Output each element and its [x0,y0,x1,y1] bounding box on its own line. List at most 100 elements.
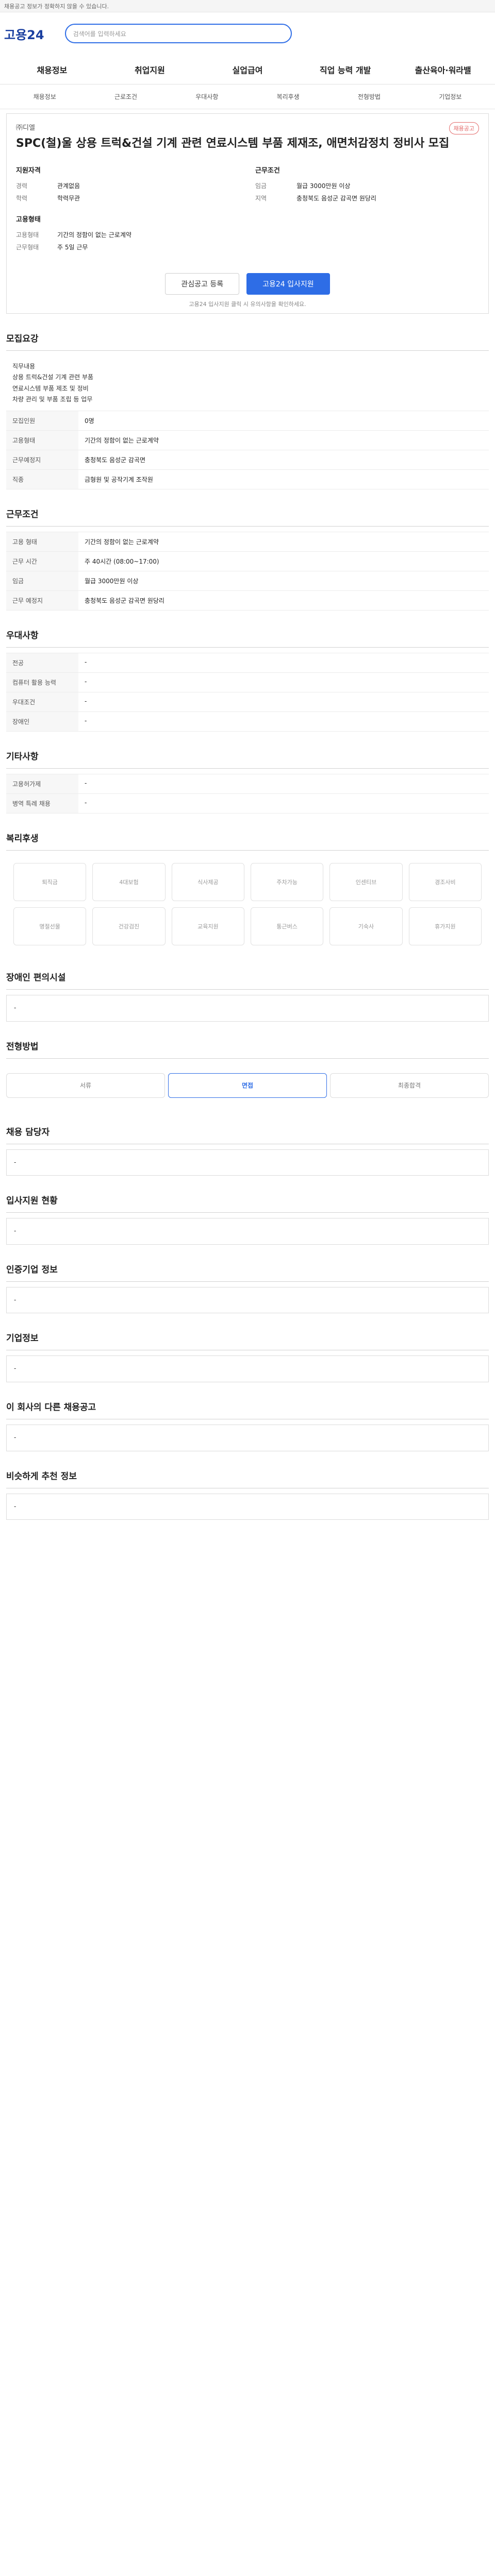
contact-title: 채용 담당자 [6,1125,489,1144]
summary-extra-head: 고용형태 [16,215,41,224]
row-value: - [78,692,489,713]
section-tabs: 채용정보 근로조건 우대사항 복리후생 전형방법 기업정보 [0,84,495,109]
nav-item-3[interactable]: 실업급여 [199,63,296,76]
summary-left-head: 지원자격 [16,166,41,175]
welfare-item: 건강검진 [92,907,166,946]
row-value: 충청북도 음성군 감곡면 원당리 [78,590,489,611]
kv-key: 경력 [16,182,28,190]
table-row: 근무 예정지 충청북도 음성군 감곡면 원당리 [6,590,489,611]
tab-1[interactable]: 채용정보 [4,92,85,101]
nav-item-2[interactable]: 취업지원 [101,63,199,76]
apply-note: 고용24 입사지원 클릭 시 유의사항을 확인하세요. [189,300,306,308]
company-name[interactable]: ㈜디엘 [16,122,479,132]
row-label: 근무 시간 [6,551,78,572]
kv-key: 고용형태 [16,231,39,239]
row-value: 기간의 정함이 없는 근로계약 [78,430,489,451]
save-button[interactable]: 관심공고 등록 [165,273,240,295]
row-value: 기간의 정함이 없는 근로계약 [78,532,489,552]
job-card: 채용공고 ㈜디엘 SPC(철)울 상용 트럭&건설 기계 관련 연료시스템 부품… [6,113,489,314]
row-label: 근무예정지 [6,450,78,470]
recruit-desc-line-3: 연료시스템 부품 제조 및 정비 [12,384,89,392]
condition-section: 근무조건 고용 형태 기간의 정함이 없는 근로계약 근무 시간 주 40시간 (0… [6,507,489,611]
tab-4[interactable]: 복리후생 [248,92,328,101]
row-label: 고용허가제 [6,774,78,794]
summary-right-row-1: 임금 월급 3000만원 이상 [255,180,479,192]
row-value: 충청북도 음성군 감곡면 [78,450,489,470]
row-label: 병역 특례 채용 [6,793,78,814]
content-wrap: 채용공고 ㈜디엘 SPC(철)울 상용 트럭&건설 기계 관련 연료시스템 부품… [0,113,495,1777]
row-label: 컴퓨터 활용 능력 [6,672,78,693]
nav-item-1[interactable]: 채용정보 [3,63,101,76]
job-title: SPC(철)울 상용 트럭&건설 기계 관련 연료시스템 부품 제재조, 애면처… [16,137,450,150]
disabled-title: 장애인 편의시설 [6,970,489,990]
row-label: 장애인 [6,711,78,732]
welfare-item: 교육지원 [171,907,244,946]
row-value: - [78,711,489,732]
disabled-box: - [6,995,489,1022]
job-title-box: 채용공고 ㈜디엘 SPC(철)울 상용 트럭&건설 기계 관련 연료시스템 부품… [7,114,488,160]
tab-6[interactable]: 기업정보 [410,92,491,101]
row-value: 0명 [78,411,489,431]
search-placeholder: 검색어를 입력하세요 [73,30,126,38]
summary-right: 근무조건 임금 월급 3000만원 이상 지역 충청북도 음성군 감곡면 원당리 [255,165,479,253]
apply-box: - [6,1218,489,1245]
row-label: 우대조건 [6,692,78,713]
kv-value: 기간의 정함이 없는 근로계약 [57,231,131,239]
process-step: 최종합격 [330,1073,489,1098]
apply-button[interactable]: 고용24 입사지원 [246,273,330,295]
action-buttons: 관심공고 등록 고용24 입사지원 [7,264,488,300]
row-label: 고용 형태 [6,532,78,552]
summary-extra-row-1: 고용형태 기간의 정함이 없는 근로계약 [16,229,240,241]
table-row: 고용허가제 - [6,774,489,794]
row-value: - [78,793,489,814]
row-label: 모집인원 [6,411,78,431]
table-row: 모집인원 0명 [6,411,489,431]
info-section: 인증기업 정보 - [6,1262,489,1314]
main-nav: 채용정보 취업지원 실업급여 직업 능력 개발 출산육아·워라밸 [0,55,495,84]
summary-right-row-2: 지역 충청북도 음성군 감곡면 원당리 [255,192,479,205]
welfare-title: 복리후생 [6,831,489,851]
row-value: 월급 3000만원 이상 [78,571,489,591]
other-section: 기타사항 고용허가제 - 병역 특례 채용 - [6,749,489,814]
recruit-desc-line-4: 차량 관리 및 부품 조립 등 업무 [12,396,93,403]
recommend-box: - [6,1493,489,1520]
apply-section: 입사지원 현황 - [6,1193,489,1245]
condition-title: 근무조건 [6,507,489,527]
row-label: 고용형태 [6,430,78,451]
job-badge: 채용공고 [449,122,479,134]
kv-value: 충청북도 음성군 감곡면 원당리 [296,194,376,202]
process-steps: 서류 면접 최종합격 [6,1064,489,1107]
summary-left: 지원자격 경력 관계없음 학력 학력무관 고용형태 고용형태 기간의 정함이 없는 근… [16,165,240,253]
info-title: 인증기업 정보 [6,1262,489,1282]
preference-title: 우대사항 [6,628,489,648]
welfare-item: 4대보험 [92,863,166,902]
summary-extra-row-2: 근무형태 주 5일 근무 [16,241,240,253]
welfare-item: 퇴직금 [13,863,87,902]
footer-spacer [6,1520,489,1777]
tab-5[interactable]: 전형방법 [328,92,409,101]
recommend-title: 비슷하게 추천 정보 [6,1469,489,1488]
welfare-item: 휴가지원 [408,907,482,946]
welfare-item: 주차가능 [250,863,324,902]
other-title: 기타사항 [6,749,489,769]
search-input[interactable]: 검색어를 입력하세요 [64,24,292,43]
table-row: 전공 - [6,653,489,673]
welfare-item: 기숙사 [329,907,403,946]
row-value: 금형원 및 공작기계 조작원 [78,469,489,490]
recruit-section: 모집요강 직무내용 상용 트럭&건설 기계 관련 부품 연료시스템 부품 제조 … [6,331,489,490]
condition-table: 고용 형태 기간의 정함이 없는 근로계약 근무 시간 주 40시간 (08:00~… [6,532,489,611]
contact-box: - [6,1149,489,1176]
topbar-text: 채용공고 정보가 정확하지 않을 수 있습니다. [4,3,109,10]
row-value: - [78,653,489,673]
process-step: 서류 [6,1073,165,1098]
nav-item-4[interactable]: 직업 능력 개발 [296,63,394,76]
tab-2[interactable]: 근로조건 [85,92,166,101]
welfare-item: 통근버스 [250,907,324,946]
kv-key: 임금 [255,182,267,190]
row-value: - [78,774,489,794]
row-label: 근무 예정지 [6,590,78,611]
site-logo[interactable]: 고용24 [4,25,44,43]
row-value: - [78,672,489,693]
tab-3[interactable]: 우대사항 [167,92,248,101]
nav-item-5[interactable]: 출산육아·워라밸 [394,63,492,76]
